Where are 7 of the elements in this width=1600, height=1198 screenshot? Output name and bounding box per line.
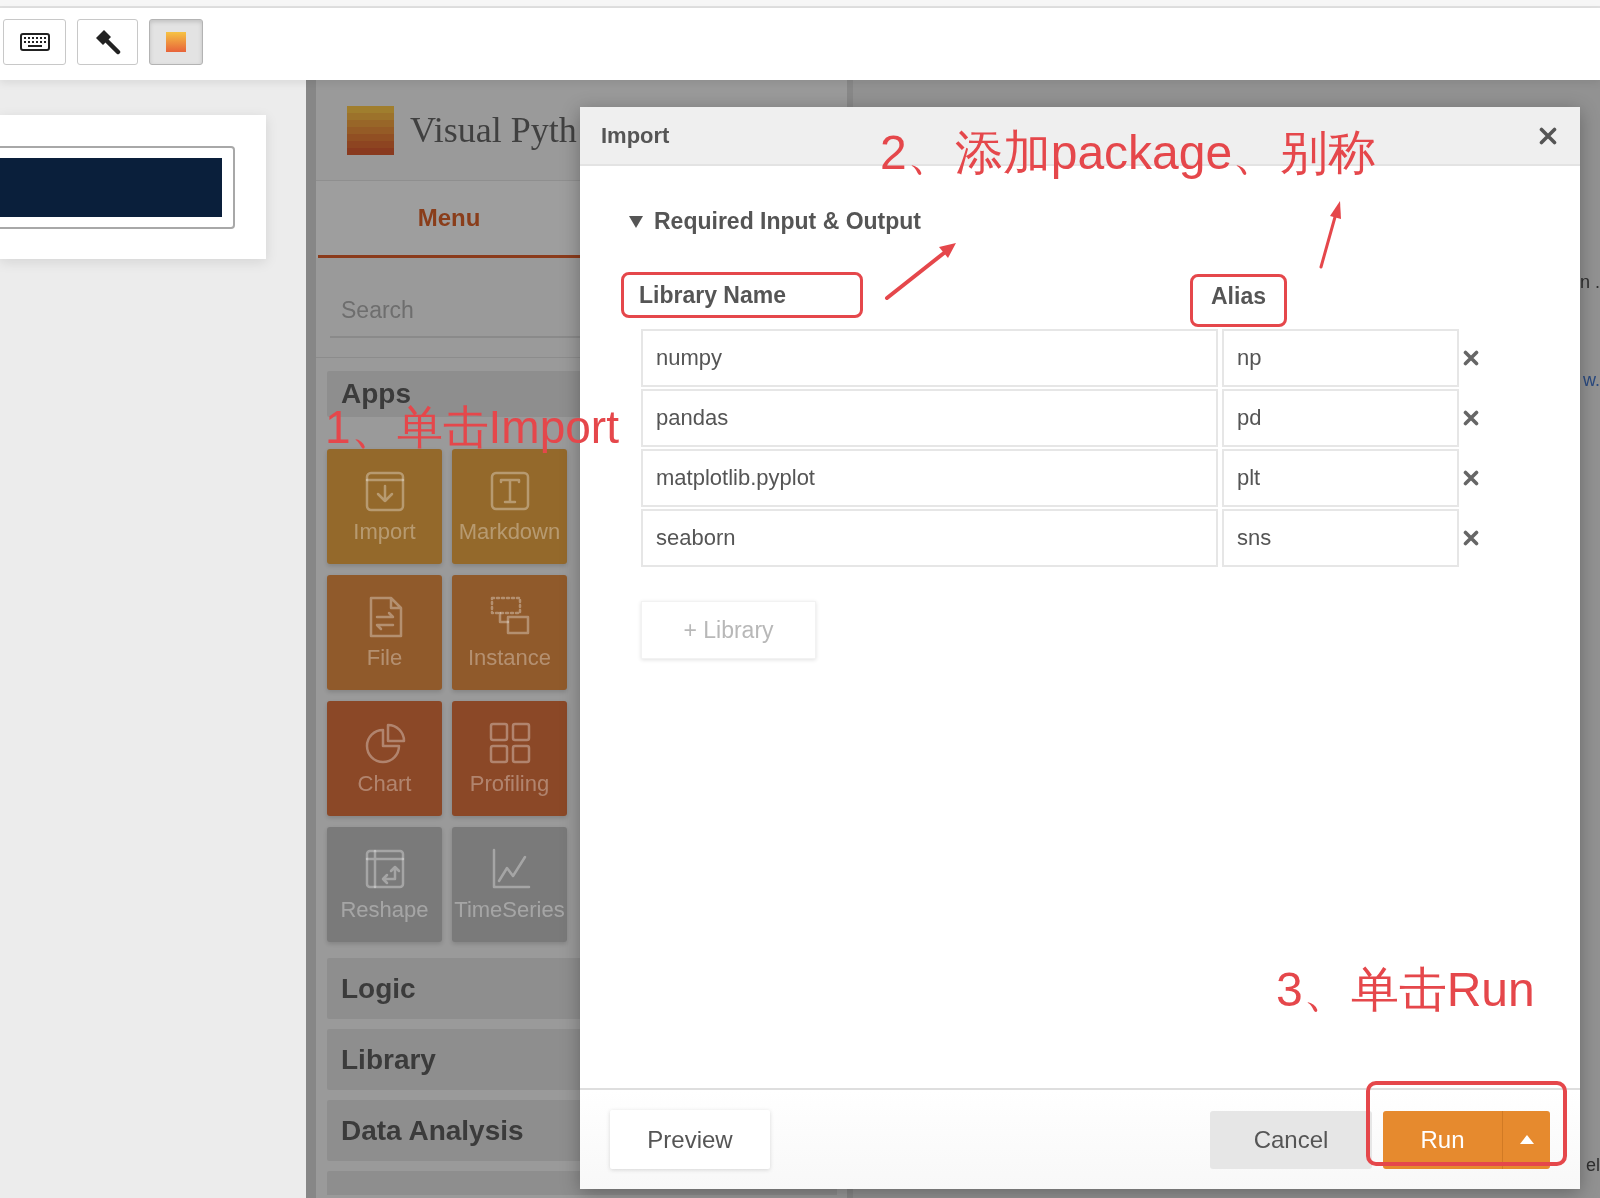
annotation-text: 3、单击Run: [1276, 966, 1535, 1014]
text-fragment: n .: [1580, 271, 1600, 293]
column-header: Alias: [1211, 283, 1266, 310]
text-fragment: el: [1586, 1154, 1600, 1176]
annotation-text: 2、添加package、别称: [880, 129, 1377, 177]
dialog-title: Import: [601, 122, 670, 149]
app-title: Visual Pyth: [410, 109, 577, 151]
